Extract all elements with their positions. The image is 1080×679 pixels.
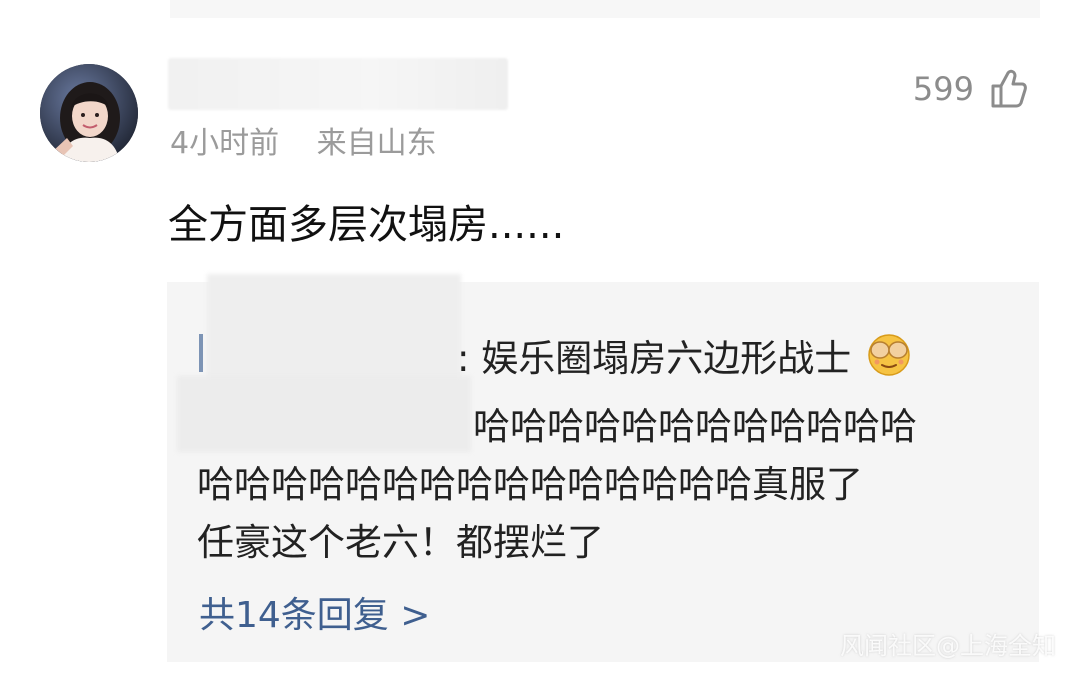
thumbs-up-icon[interactable] — [988, 68, 1028, 110]
reply-preview[interactable]: : 娱乐圈塌房六边形战士 哈哈哈哈哈哈哈哈哈哈哈哈 哈哈哈哈哈哈哈哈哈哈哈哈哈哈… — [167, 274, 1039, 662]
reply-line-2: 哈哈哈哈哈哈哈哈哈哈哈哈 — [473, 405, 917, 448]
source-watermark: 风闻社区@上海全知 — [840, 632, 1056, 660]
reply-line-1: : 娱乐圈塌房六边形战士 — [457, 328, 911, 382]
like-group[interactable]: 599 — [913, 68, 1028, 110]
comment-time: 4小时前 — [170, 126, 280, 161]
like-count: 599 — [912, 70, 974, 108]
see-no-evil-face-icon — [868, 334, 910, 376]
replier-name-fragment — [199, 334, 213, 372]
blurred-mention — [177, 376, 471, 452]
comment-meta: 4小时前 来自山东 — [170, 118, 437, 162]
blurred-replier-name — [207, 274, 461, 382]
avatar-photo-icon — [40, 64, 138, 162]
reply-line-4: 任豪这个老六！都摆烂了 — [197, 521, 604, 564]
comment-screenshot: 4小时前 来自山东 599 全方面多层次塌房...... : 娱乐圈塌房六边形战… — [0, 0, 1080, 679]
previous-content-strip — [170, 0, 1040, 18]
blurred-username — [168, 58, 508, 110]
more-replies-link[interactable]: 共14条回复 > — [199, 586, 430, 638]
comment-location: 来自山东 — [316, 126, 437, 161]
comment-text: 全方面多层次塌房...... — [168, 202, 565, 248]
reply-line-3: 哈哈哈哈哈哈哈哈哈哈哈哈哈哈哈真服了 — [197, 463, 863, 506]
avatar[interactable] — [40, 64, 138, 162]
reply-line-1-text: : 娱乐圈塌房六边形战士 — [457, 337, 852, 380]
